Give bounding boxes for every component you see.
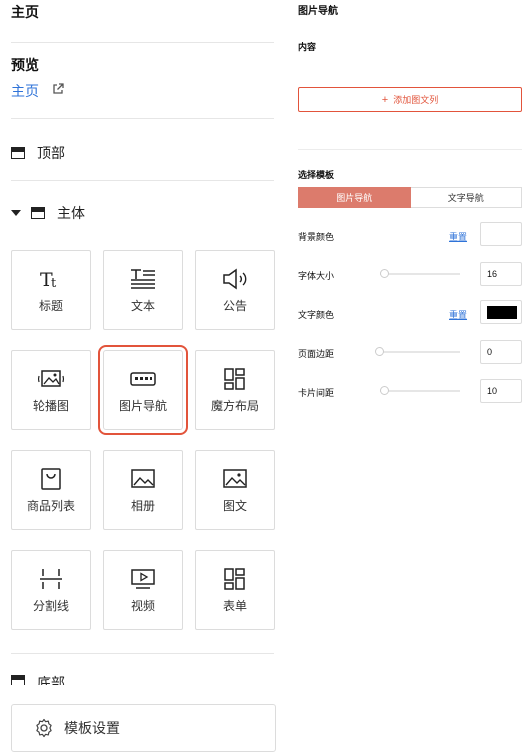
product-list-icon — [38, 467, 64, 491]
divider — [11, 653, 274, 654]
block-icon — [11, 147, 25, 159]
text-color-picker[interactable] — [480, 300, 522, 324]
slider-handle[interactable] — [380, 269, 389, 278]
cube-layout-icon — [222, 367, 248, 391]
section-top[interactable]: 顶部 — [11, 143, 65, 163]
component-text[interactable]: 文本 — [103, 250, 183, 330]
component-cube-layout[interactable]: 魔方布局 — [195, 350, 275, 430]
component-image-nav[interactable]: 图片导航 — [98, 345, 188, 435]
gear-icon — [36, 718, 52, 738]
settings-panel: 图片导航 内容 + 添加图文列 选择模板 图片导航 文字导航 背景颜色 重置 字… — [284, 0, 524, 755]
component-video[interactable]: 视频 — [103, 550, 183, 630]
component-label: 标题 — [38, 298, 63, 313]
section-body-label: 主体 — [57, 205, 85, 221]
component-label: 图文 — [222, 498, 247, 513]
announcement-icon — [222, 267, 248, 291]
font-size-slider[interactable] — [380, 269, 460, 278]
section-top-label: 顶部 — [37, 145, 65, 161]
component-label: 视频 — [130, 598, 155, 613]
section-footer-label: 底部 — [37, 675, 65, 685]
plus-icon: + — [381, 93, 389, 106]
svg-text:t: t — [51, 276, 57, 290]
slider-handle[interactable] — [380, 386, 389, 395]
divider-icon — [38, 567, 64, 591]
divider — [11, 180, 274, 181]
component-label: 图片导航 — [118, 398, 167, 413]
component-album[interactable]: 相册 — [103, 450, 183, 530]
block-icon — [11, 675, 25, 685]
template-option-text-nav[interactable]: 文字导航 — [410, 187, 522, 208]
card-spacing-slider[interactable] — [380, 386, 460, 395]
form-icon — [222, 567, 248, 591]
component-label: 表单 — [222, 598, 247, 613]
template-option-image-nav[interactable]: 图片导航 — [298, 187, 411, 208]
template-settings-label: 模板设置 — [64, 720, 120, 736]
component-carousel[interactable]: 轮播图 — [11, 350, 91, 430]
carousel-icon — [38, 367, 64, 391]
component-label: 文本 — [130, 298, 155, 313]
panel-title: 图片导航 — [298, 6, 338, 17]
album-icon — [130, 467, 156, 491]
component-label: 商品列表 — [26, 498, 75, 513]
preview-title: 预览 — [11, 57, 39, 73]
divider — [298, 149, 522, 150]
template-selector: 图片导航 文字导航 — [298, 187, 522, 208]
bg-color-label: 背景颜色 — [298, 232, 335, 242]
text-color-reset[interactable]: 重置 — [449, 308, 467, 321]
text-icon — [130, 267, 156, 291]
section-footer[interactable]: 底部 — [11, 673, 65, 685]
component-panel: 主页 预览 主页 顶部 主体 Tt 标题 文本 公告 轮播图 图片导航 魔方布局… — [0, 0, 284, 755]
divider — [11, 42, 274, 43]
text-color-swatch — [487, 306, 517, 319]
slider-handle[interactable] — [375, 347, 384, 356]
page-title: 主页 — [11, 4, 39, 20]
content-label: 内容 — [298, 42, 317, 52]
block-icon — [31, 207, 45, 219]
card-spacing-input[interactable]: 10 — [480, 379, 522, 403]
title-icon: Tt — [38, 267, 64, 291]
component-label: 公告 — [222, 298, 247, 313]
component-label: 轮播图 — [32, 398, 69, 413]
font-size-input[interactable]: 16 — [480, 262, 522, 286]
font-size-label: 字体大小 — [298, 271, 335, 281]
add-image-text-button[interactable]: + 添加图文列 — [298, 87, 522, 112]
video-icon — [130, 567, 156, 591]
component-product-list[interactable]: 商品列表 — [11, 450, 91, 530]
external-link-icon[interactable] — [51, 82, 65, 96]
preview-home-link[interactable]: 主页 — [11, 81, 39, 101]
template-label: 选择模板 — [298, 170, 335, 180]
card-spacing-label: 卡片间距 — [298, 388, 335, 398]
add-button-label: 添加图文列 — [393, 95, 439, 105]
component-label: 相册 — [130, 498, 155, 513]
image-text-icon — [222, 467, 248, 491]
text-color-label: 文字颜色 — [298, 310, 335, 320]
caret-down-icon[interactable] — [11, 210, 21, 216]
component-image-text[interactable]: 图文 — [195, 450, 275, 530]
page-margin-input[interactable]: 0 — [480, 340, 522, 364]
component-label: 分割线 — [32, 598, 69, 613]
bg-color-reset[interactable]: 重置 — [449, 230, 467, 243]
component-announcement[interactable]: 公告 — [195, 250, 275, 330]
image-nav-icon — [130, 367, 156, 391]
component-title[interactable]: Tt 标题 — [11, 250, 91, 330]
component-divider[interactable]: 分割线 — [11, 550, 91, 630]
bg-color-picker[interactable] — [480, 222, 522, 246]
divider — [11, 118, 274, 119]
component-label: 魔方布局 — [210, 398, 259, 413]
page-margin-slider[interactable] — [375, 347, 460, 356]
component-form[interactable]: 表单 — [195, 550, 275, 630]
section-body[interactable]: 主体 — [11, 203, 85, 223]
template-settings-button[interactable]: 模板设置 — [11, 704, 276, 752]
page-margin-label: 页面边距 — [298, 349, 335, 359]
